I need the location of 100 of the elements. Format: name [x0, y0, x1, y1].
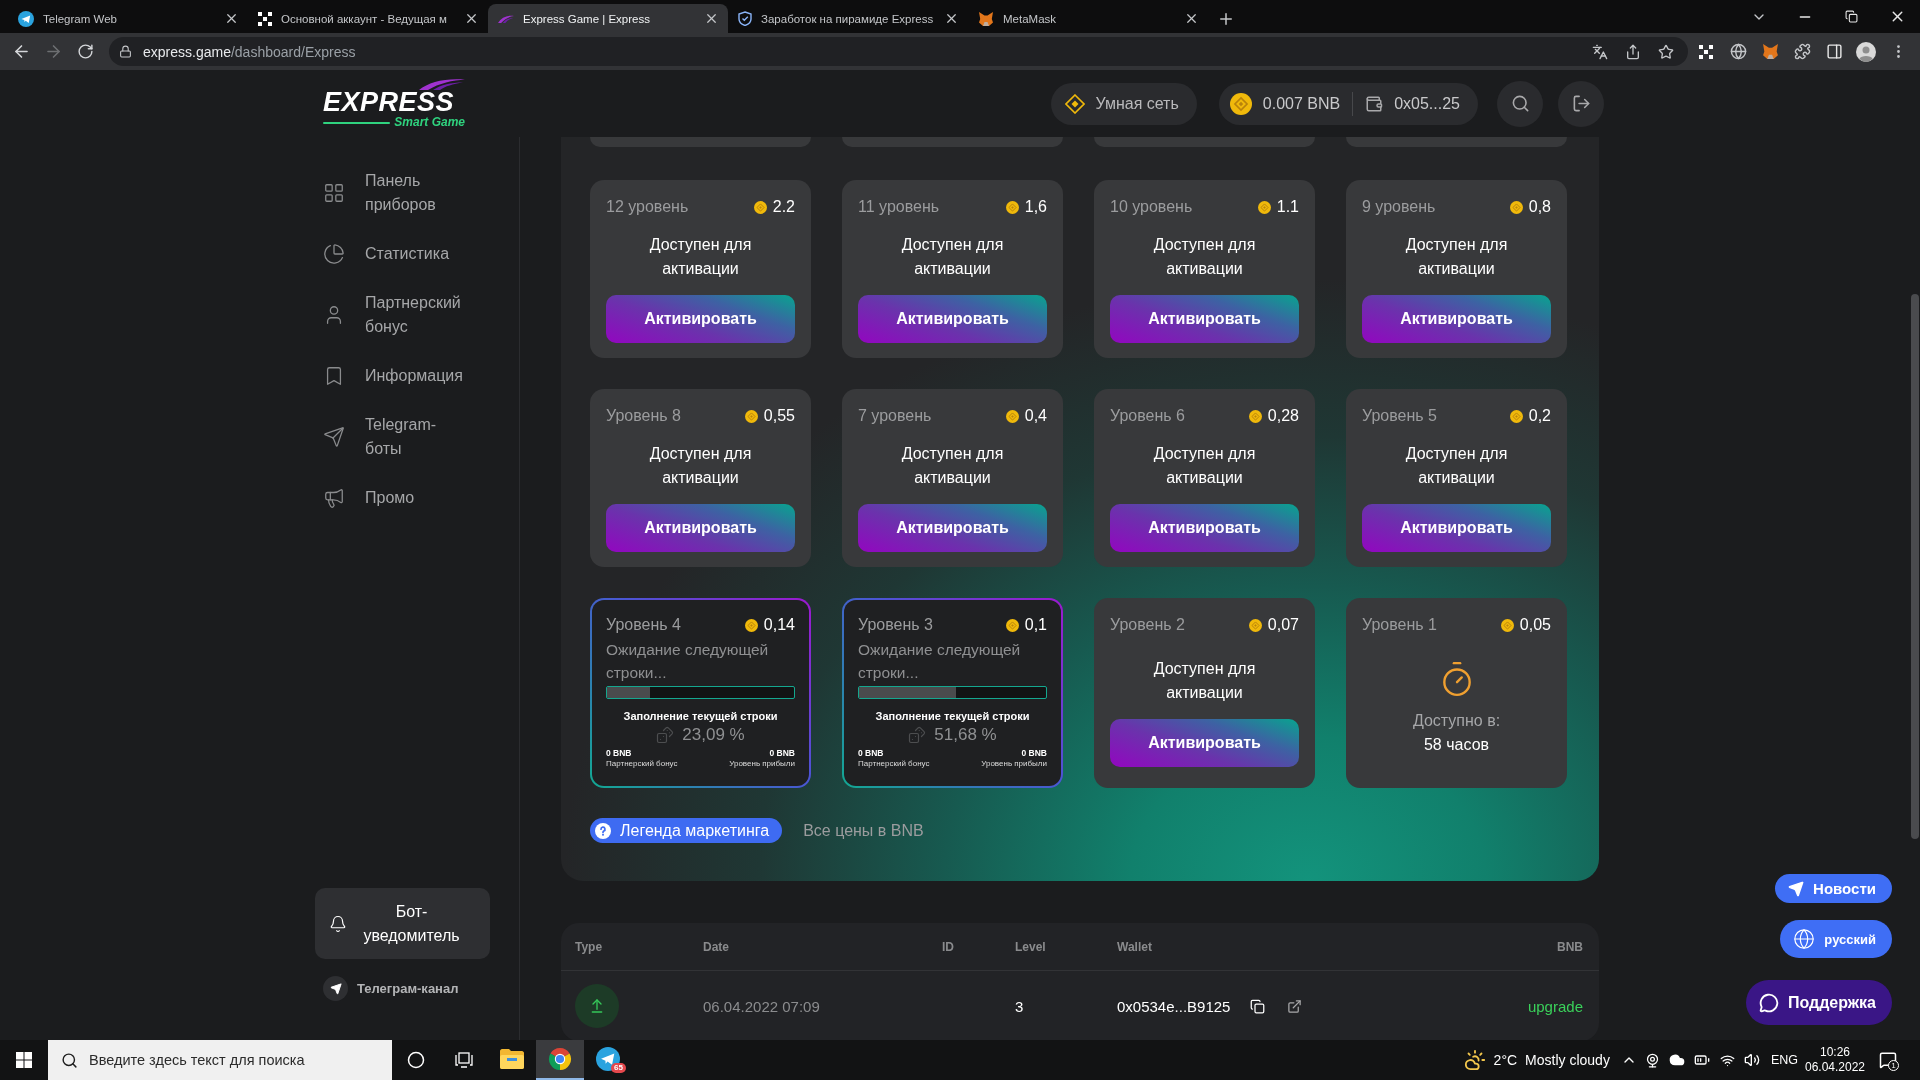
cloud-icon[interactable]	[1669, 1052, 1686, 1068]
wifi-icon[interactable]	[1719, 1052, 1735, 1068]
level-title: Уровень 1	[1362, 616, 1437, 634]
webcam-icon[interactable]	[1644, 1052, 1660, 1068]
channel-link[interactable]: Телеграм-канал	[323, 976, 459, 1001]
coin-icon	[1500, 618, 1514, 632]
dice-icon	[908, 726, 927, 744]
close-icon[interactable]	[1184, 11, 1199, 26]
taskbar-app[interactable]: 65	[584, 1040, 632, 1080]
activate-button[interactable]: Активировать	[1110, 719, 1299, 767]
help-icon	[595, 822, 611, 839]
browser-tab[interactable]: MetaMask	[968, 4, 1208, 33]
browser-tab[interactable]: Telegram Web	[8, 4, 248, 33]
level-status: Доступно в:	[1412, 711, 1501, 731]
level-price: 2.2	[772, 198, 795, 216]
grid-icon	[323, 182, 345, 204]
globe-icon	[1793, 928, 1816, 950]
pie-chart-icon	[323, 243, 345, 265]
windows-logo-icon[interactable]	[16, 1052, 32, 1068]
close-icon[interactable]	[224, 11, 239, 26]
network-button[interactable]: Умная сеть	[1051, 82, 1197, 125]
close-icon[interactable]	[944, 11, 959, 26]
reload-icon[interactable]	[76, 43, 94, 60]
dice-icon	[656, 726, 675, 744]
balance-text: 0.007 BNB	[1262, 94, 1341, 113]
avatar-icon[interactable]	[1856, 41, 1876, 62]
stat-value: 0 BNB	[1021, 748, 1047, 758]
activate-button[interactable]: Активировать	[1110, 295, 1299, 343]
wallet-address: 0x05...25	[1394, 94, 1460, 113]
browser-tab[interactable]: Express Game | Express	[488, 4, 728, 33]
browser-tab[interactable]: Основной аккаунт - Ведущая м	[248, 4, 488, 33]
price-note: Все цены в BNB	[803, 821, 924, 840]
weather-icon	[1463, 1049, 1486, 1071]
nav-item[interactable]: Панель приборов	[323, 169, 469, 217]
legend-button[interactable]: Легенда маркетинга	[590, 818, 783, 843]
bot-notifier-button[interactable]: Бот-уведомитель	[315, 888, 490, 959]
clock[interactable]: 10:26 06.04.2022	[1802, 1045, 1868, 1075]
share-icon[interactable]	[1624, 43, 1641, 60]
stat-value: 0 BNB	[606, 748, 632, 758]
activate-button[interactable]: Активировать	[1110, 504, 1299, 552]
logo-subtitle: Smart Game	[394, 116, 465, 129]
star-icon[interactable]	[1657, 43, 1674, 60]
level-price: 0,8	[1528, 198, 1551, 216]
language-button[interactable]: русский	[1780, 920, 1892, 958]
activate-button[interactable]: Активировать	[858, 504, 1047, 552]
volume-icon[interactable]	[1744, 1052, 1761, 1068]
temperature-text: 2°C	[1493, 1052, 1518, 1068]
nav-item[interactable]: Промо	[323, 486, 415, 510]
close-icon[interactable]	[464, 11, 479, 26]
level-price: 0,2	[1528, 407, 1551, 425]
notifications-icon[interactable]	[1879, 1051, 1897, 1069]
level-title: 12 уровень	[606, 198, 689, 216]
nav-item[interactable]: Статистика	[323, 242, 450, 266]
level-status: Доступен для активации	[900, 444, 1005, 488]
activate-button[interactable]: Активировать	[1362, 295, 1551, 343]
level-title: Уровень 4	[606, 616, 681, 634]
logo-title: EXPRESS	[323, 90, 456, 115]
taskbar-search-field[interactable]: Введите здесь текст для поиска	[48, 1040, 392, 1080]
activate-button[interactable]: Активировать	[1362, 504, 1551, 552]
level-time: 58 часов	[1423, 735, 1490, 755]
taskbar-app[interactable]	[536, 1040, 584, 1080]
nav-item[interactable]: Партнерский бонус	[323, 291, 469, 339]
paper-plane-icon	[1788, 880, 1805, 897]
restore-icon[interactable]	[1844, 10, 1858, 23]
external-link-icon[interactable]	[1287, 998, 1303, 1014]
address-field[interactable]: express.game/dashboard/Express	[109, 37, 1688, 66]
scrollbar-thumb[interactable]	[1911, 294, 1919, 839]
logo-line	[323, 121, 391, 124]
close-icon[interactable]	[704, 11, 719, 26]
globe-icon[interactable]	[1729, 43, 1747, 60]
nav-item[interactable]: Telegram-боты	[323, 413, 469, 461]
level-status: Ожидание следующей строки...	[606, 640, 770, 683]
nav-item[interactable]: Информация	[323, 364, 463, 388]
activate-button[interactable]: Активировать	[858, 295, 1047, 343]
side-panel-icon[interactable]	[1825, 43, 1843, 60]
activate-button[interactable]: Активировать	[606, 504, 795, 552]
column-header: Level	[1015, 939, 1047, 954]
ring-icon[interactable]	[407, 1051, 425, 1069]
battery-icon[interactable]	[1694, 1052, 1711, 1068]
copy-icon[interactable]	[1250, 998, 1266, 1014]
translate-icon[interactable]	[1591, 43, 1608, 60]
swoosh-icon	[498, 14, 514, 23]
diamond-icon	[1065, 93, 1086, 114]
activate-button[interactable]: Активировать	[606, 295, 795, 343]
language-indicator[interactable]: ENG	[1770, 1053, 1798, 1067]
puzzle-icon[interactable]	[1793, 43, 1811, 60]
browser-tab[interactable]: Заработок на пирамиде Express	[728, 4, 968, 33]
level-status: Ожидание следующей строки...	[858, 640, 1022, 683]
lock-icon	[119, 45, 132, 58]
progress-title: Заполнение текущей строки	[874, 710, 1031, 722]
folder-icon	[500, 1049, 524, 1069]
megaphone-icon	[323, 487, 345, 509]
logout-button[interactable]	[1558, 80, 1604, 127]
task-view-icon[interactable]	[455, 1052, 473, 1068]
search-button[interactable]	[1497, 80, 1543, 127]
news-button[interactable]: Новости	[1775, 874, 1892, 903]
support-button[interactable]: Поддержка	[1745, 980, 1892, 1025]
level-title: 11 уровень	[858, 198, 940, 216]
paper-plane-icon	[18, 10, 34, 27]
unread-count: 65	[611, 1063, 626, 1073]
